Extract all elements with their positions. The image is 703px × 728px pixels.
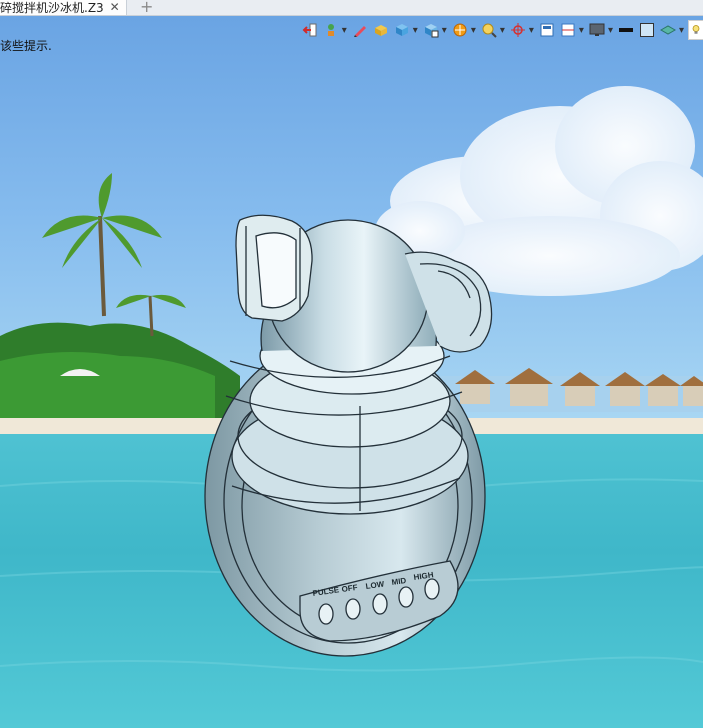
pencil-tool[interactable] (351, 21, 369, 39)
tab-bar: 碎搅拌机沙冰机.Z3 ✕ + (0, 0, 703, 16)
plant-icon (327, 24, 334, 36)
square-tool[interactable] (638, 21, 656, 39)
monitor-tool[interactable]: ▾ (588, 21, 614, 39)
solid-box-tool[interactable] (372, 21, 390, 39)
solid-box-icon (374, 25, 387, 36)
new-tab-button[interactable]: + (140, 0, 153, 16)
layer-tool[interactable]: ▾ (659, 21, 685, 39)
axis-icon (510, 23, 525, 37)
chevron-down-icon: ▾ (441, 24, 447, 36)
black-line-tool[interactable] (617, 21, 635, 39)
zoom-icon (482, 23, 497, 38)
light-bulb-tool[interactable] (688, 20, 703, 40)
chevron-down-icon: ▾ (607, 24, 613, 36)
model-viewport[interactable]: PULSE OFF LOW MID HIGH 该些提示. (0, 16, 703, 728)
cube-view-tool[interactable]: ▾ (422, 21, 448, 39)
chevron-down-icon: ▾ (412, 24, 418, 36)
chevron-down-icon: ▾ (528, 24, 534, 36)
exit-tool[interactable] (301, 21, 319, 39)
render-icon (453, 23, 467, 37)
window-icon (540, 23, 554, 37)
document-tab[interactable]: 碎搅拌机沙冰机.Z3 ✕ (0, 0, 127, 15)
black-line-icon (618, 28, 633, 32)
document-tab-title: 碎搅拌机沙冰机.Z3 (0, 1, 104, 15)
cube-tool[interactable]: ▾ (393, 21, 419, 39)
split-tool[interactable]: ▾ (559, 21, 585, 39)
light-bulb-icon (692, 25, 700, 34)
render-tool[interactable]: ▾ (451, 21, 477, 39)
zoom-tool[interactable]: ▾ (480, 21, 506, 39)
plant-tool[interactable]: ▾ (322, 21, 348, 39)
cube-icon (395, 24, 408, 36)
axis-tool[interactable]: ▾ (509, 21, 535, 39)
pencil-icon (353, 26, 366, 37)
chevron-down-icon: ▾ (578, 24, 584, 36)
split-icon (561, 23, 575, 37)
chevron-down-icon: ▾ (678, 24, 684, 36)
exit-icon (302, 23, 317, 37)
chevron-down-icon: ▾ (470, 24, 476, 36)
layer-icon (659, 25, 676, 35)
hint-text: 该些提示. (0, 39, 52, 53)
monitor-icon (589, 23, 605, 36)
square-icon (639, 23, 654, 37)
cube-view-icon (424, 24, 439, 38)
window-tool[interactable] (538, 21, 556, 39)
chevron-down-icon: ▾ (341, 24, 347, 36)
chevron-down-icon: ▾ (499, 24, 505, 36)
view-toolbar: ▾ ▾ ▾ ▾ ▾ ▾ ▾ ▾ ▾ (301, 20, 703, 40)
close-icon[interactable]: ✕ (110, 0, 120, 15)
blender-model[interactable]: PULSE OFF LOW MID HIGH (0, 16, 703, 728)
